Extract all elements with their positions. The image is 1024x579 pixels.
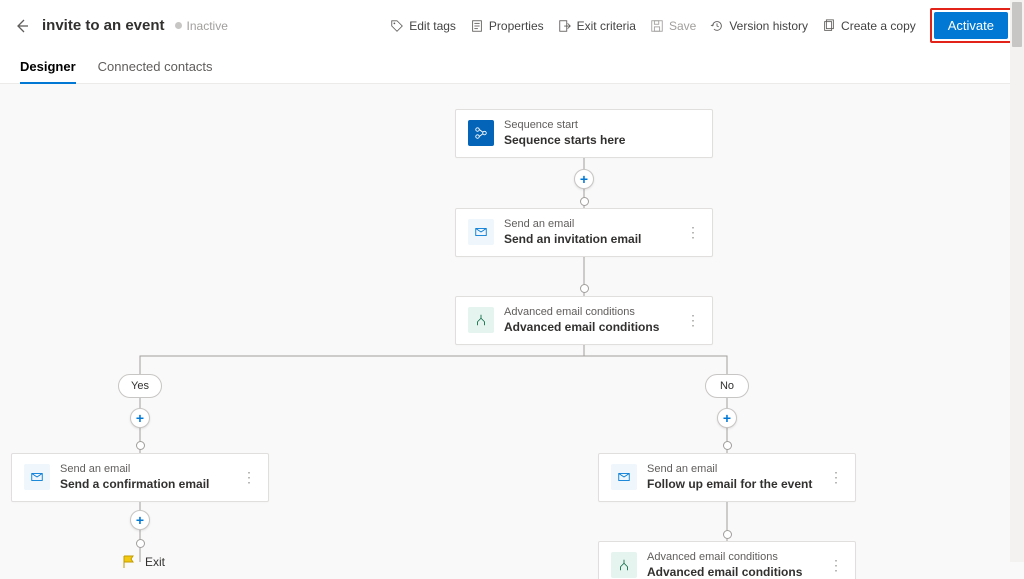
email-icon (24, 464, 50, 490)
node-label: Send an email (504, 218, 641, 232)
node-title: Advanced email conditions (504, 320, 659, 335)
tab-connected-contacts[interactable]: Connected contacts (98, 53, 213, 83)
status-dot-icon (175, 22, 182, 29)
connector-port (136, 441, 145, 450)
properties-button[interactable]: Properties (470, 19, 544, 33)
tab-bar: Designer Connected contacts (0, 47, 1024, 84)
node-advanced-conditions-2[interactable]: Advanced email conditions Advanced email… (598, 541, 856, 579)
copy-icon (822, 19, 836, 33)
node-title: Sequence starts here (504, 133, 625, 148)
connector-port (723, 530, 732, 539)
activate-button[interactable]: Activate (934, 12, 1008, 39)
save-label: Save (669, 19, 696, 33)
node-more-button[interactable]: ⋮ (829, 469, 843, 486)
properties-label: Properties (489, 19, 544, 33)
node-followup-email[interactable]: Send an email Follow up email for the ev… (598, 453, 856, 502)
create-copy-label: Create a copy (841, 19, 916, 33)
node-more-button[interactable]: ⋮ (686, 224, 700, 241)
edit-tags-label: Edit tags (409, 19, 456, 33)
exit-criteria-button[interactable]: Exit criteria (558, 19, 636, 33)
node-label: Send an email (60, 463, 209, 477)
node-label: Advanced email conditions (504, 306, 659, 320)
conditions-icon (611, 552, 637, 578)
version-history-label: Version history (729, 19, 808, 33)
exit-criteria-label: Exit criteria (577, 19, 636, 33)
node-title: Send an invitation email (504, 232, 641, 247)
scrollbar-thumb[interactable] (1012, 2, 1022, 47)
history-icon (710, 19, 724, 33)
email-icon (468, 219, 494, 245)
exit-label: Exit (145, 555, 165, 569)
activate-highlight: Activate (930, 8, 1012, 43)
node-more-button[interactable]: ⋮ (686, 312, 700, 329)
save-button: Save (650, 19, 696, 33)
properties-icon (470, 19, 484, 33)
node-send-invitation[interactable]: Send an email Send an invitation email ⋮ (455, 208, 713, 257)
start-icon (468, 120, 494, 146)
activate-label: Activate (948, 18, 994, 33)
node-title: Send a confirmation email (60, 477, 209, 492)
edit-tags-button[interactable]: Edit tags (390, 19, 456, 33)
add-step-button[interactable]: + (574, 169, 594, 189)
node-more-button[interactable]: ⋮ (242, 469, 256, 486)
version-history-button[interactable]: Version history (710, 19, 808, 33)
connector-port (580, 197, 589, 206)
conditions-icon (468, 307, 494, 333)
create-copy-button[interactable]: Create a copy (822, 19, 916, 33)
add-step-button[interactable]: + (130, 408, 150, 428)
status-text: Inactive (187, 19, 228, 33)
command-bar: Edit tags Properties Exit criteria Save … (390, 8, 1012, 43)
add-step-button[interactable]: + (717, 408, 737, 428)
node-label: Send an email (647, 463, 812, 477)
branch-yes: Yes (118, 374, 162, 398)
page-title: invite to an event (42, 17, 165, 34)
node-advanced-conditions[interactable]: Advanced email conditions Advanced email… (455, 296, 713, 345)
save-icon (650, 19, 664, 33)
node-title: Advanced email conditions (647, 565, 802, 579)
connector-port (136, 539, 145, 548)
email-icon (611, 464, 637, 490)
flag-icon (121, 554, 137, 570)
node-label: Sequence start (504, 119, 625, 133)
node-more-button[interactable]: ⋮ (829, 557, 843, 574)
add-step-button[interactable]: + (130, 510, 150, 530)
designer-canvas[interactable]: Sequence start Sequence starts here + Se… (0, 84, 1024, 579)
node-send-confirmation[interactable]: Send an email Send a confirmation email … (11, 453, 269, 502)
exit-icon (558, 19, 572, 33)
header-left: invite to an event Inactive (12, 16, 228, 36)
arrow-left-icon (14, 18, 30, 34)
back-button[interactable] (12, 16, 32, 36)
branch-no: No (705, 374, 749, 398)
scrollbar-track[interactable] (1010, 0, 1024, 562)
tag-icon (390, 19, 404, 33)
node-exit[interactable]: Exit (121, 554, 165, 570)
tab-designer[interactable]: Designer (20, 53, 76, 84)
page-header: invite to an event Inactive Edit tags Pr… (0, 0, 1024, 47)
node-sequence-start[interactable]: Sequence start Sequence starts here (455, 109, 713, 158)
node-title: Follow up email for the event (647, 477, 812, 492)
connector-port (723, 441, 732, 450)
status-badge: Inactive (175, 19, 228, 33)
node-label: Advanced email conditions (647, 551, 802, 565)
connector-port (580, 284, 589, 293)
